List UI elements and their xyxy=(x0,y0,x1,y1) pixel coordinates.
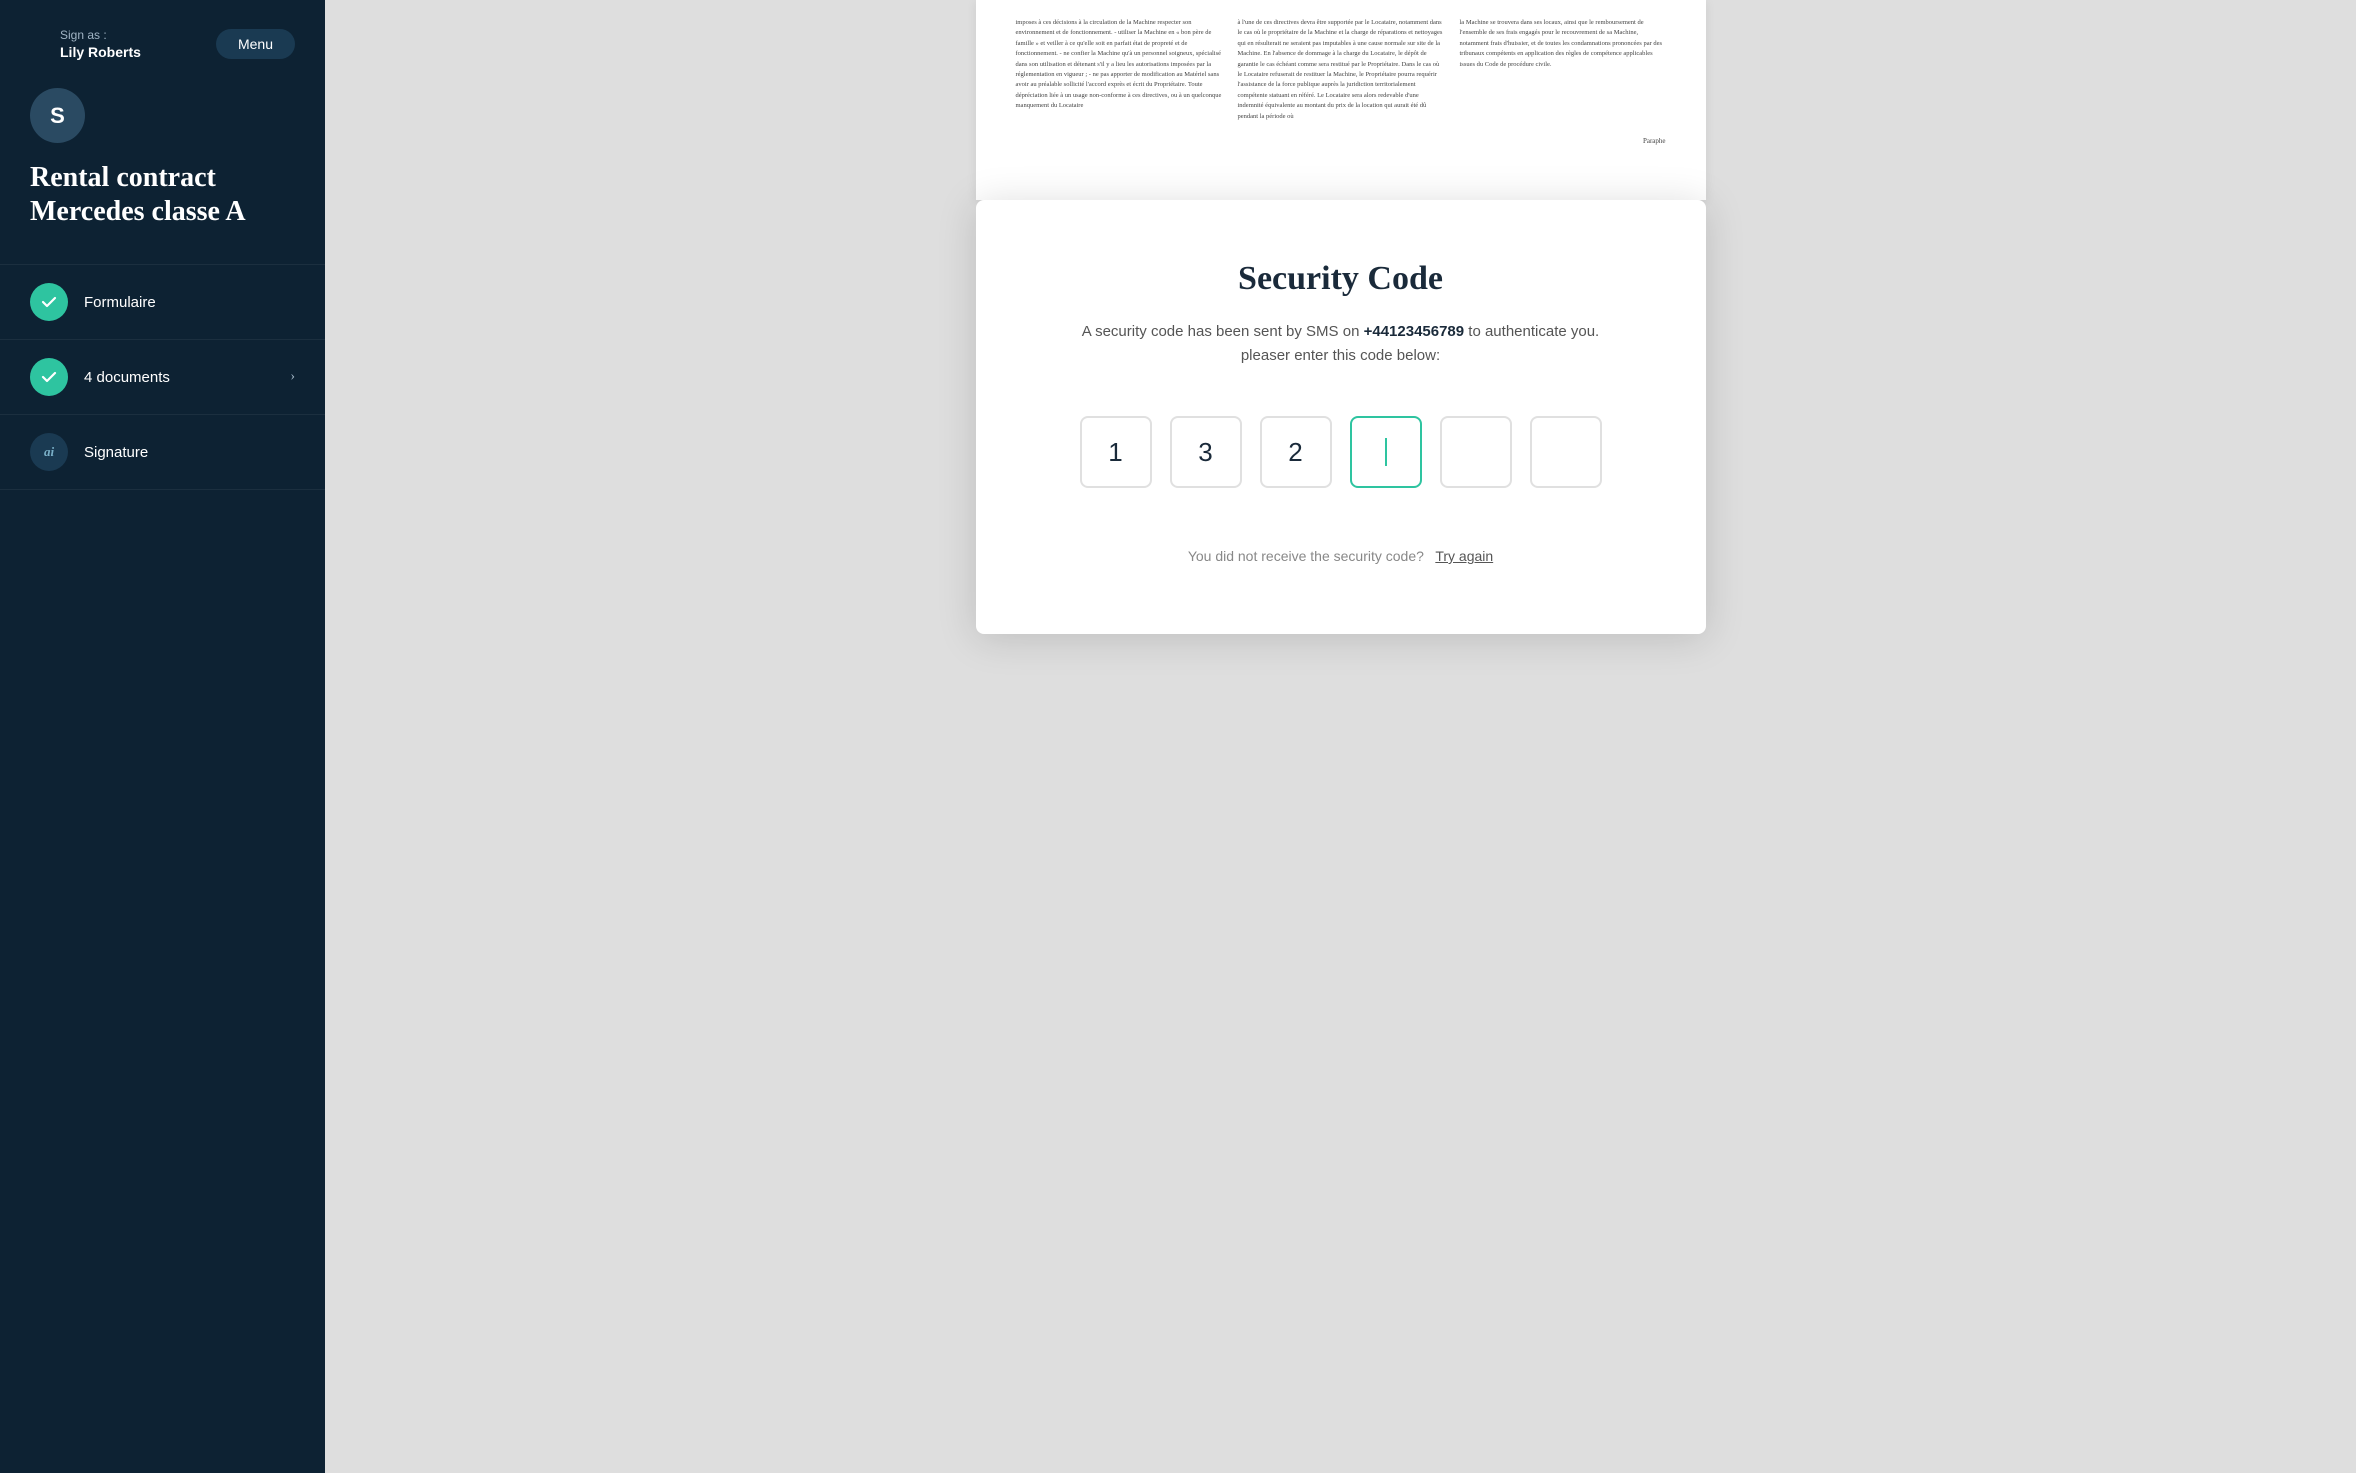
doc-columns: imposes à ces décisions à la circulation… xyxy=(1016,18,1666,126)
sidebar-item-documents[interactable]: 4 documents › xyxy=(0,339,325,414)
user-name: Lily Roberts xyxy=(30,42,171,60)
check-icon-documents xyxy=(30,358,68,396)
code-digit-3[interactable]: 2 xyxy=(1260,416,1332,488)
formulaire-label: Formulaire xyxy=(84,294,295,311)
app-container: Sign as : Lily Roberts Menu S Rental con… xyxy=(0,0,2356,1473)
code-digit-2[interactable]: 3 xyxy=(1170,416,1242,488)
sidebar-header: Sign as : Lily Roberts Menu xyxy=(0,28,325,60)
sidebar-item-formulaire[interactable]: Formulaire xyxy=(0,264,325,339)
signature-label: Signature xyxy=(84,444,295,461)
resend-label: You did not receive the security code? xyxy=(1188,548,1424,564)
check-icon-formulaire xyxy=(30,283,68,321)
avatar: S xyxy=(30,88,85,143)
code-digit-1[interactable]: 1 xyxy=(1080,416,1152,488)
contract-title: Rental contract Mercedes classe A xyxy=(0,161,325,228)
phone-number: +44123456789 xyxy=(1364,323,1465,340)
modal-title: Security Code xyxy=(1238,260,1443,298)
resend-text: You did not receive the security code? T… xyxy=(1188,548,1493,564)
sidebar-item-signature[interactable]: ai Signature xyxy=(0,414,325,490)
signature-icon: ai xyxy=(30,433,68,471)
sidebar-nav: Formulaire 4 documents › ai Signature xyxy=(0,264,325,490)
main-area: imposes à ces décisions à la circulation… xyxy=(325,0,2356,1473)
documents-label: 4 documents xyxy=(84,369,274,386)
documents-arrow-icon: › xyxy=(290,369,295,385)
doc-col-2: à l'une de ces directives devra être sup… xyxy=(1238,18,1444,126)
doc-col3-text: la Machine se trouvera dans ses locaux, … xyxy=(1460,18,1666,70)
code-inputs: 1 3 2 xyxy=(1080,416,1602,488)
modal-description: A security code has been sent by SMS on … xyxy=(1056,320,1626,368)
code-digit-6[interactable] xyxy=(1530,416,1602,488)
sidebar: Sign as : Lily Roberts Menu S Rental con… xyxy=(0,0,325,1473)
document-snippet: imposes à ces décisions à la circulation… xyxy=(976,0,1706,200)
doc-paraphe: Paraphe xyxy=(1016,136,1666,147)
security-code-modal: Security Code A security code has been s… xyxy=(976,200,1706,634)
description-prefix: A security code has been sent by SMS on xyxy=(1082,323,1364,340)
menu-button[interactable]: Menu xyxy=(216,29,295,59)
doc-col2-text: à l'une de ces directives devra être sup… xyxy=(1238,18,1444,122)
sign-as-group: Sign as : Lily Roberts xyxy=(30,28,171,60)
code-digit-4[interactable] xyxy=(1350,416,1422,488)
try-again-link[interactable]: Try again xyxy=(1435,548,1493,564)
content-stack: imposes à ces décisions à la circulation… xyxy=(325,0,2356,634)
doc-col-1: imposes à ces décisions à la circulation… xyxy=(1016,18,1222,126)
doc-col1-text: imposes à ces décisions à la circulation… xyxy=(1016,18,1222,112)
code-digit-5[interactable] xyxy=(1440,416,1512,488)
sign-as-label: Sign as : xyxy=(30,28,171,42)
doc-col-3: la Machine se trouvera dans ses locaux, … xyxy=(1460,18,1666,126)
